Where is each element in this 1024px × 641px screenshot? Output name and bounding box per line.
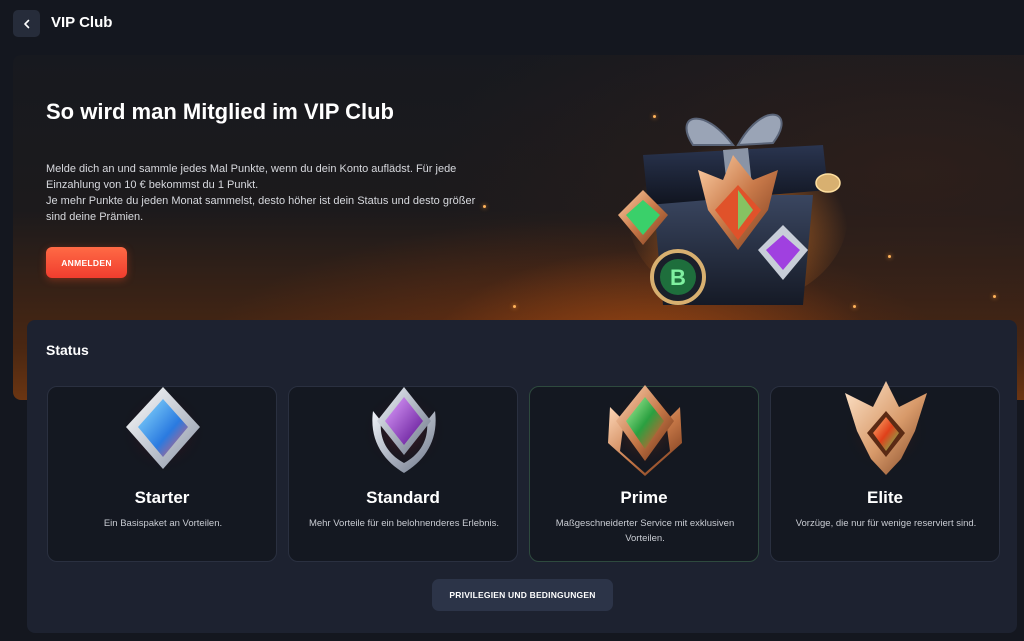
- purple-diamond-badge-icon: [362, 387, 446, 473]
- vip-gift-box-image: B: [618, 113, 848, 305]
- chevron-left-icon: [23, 19, 29, 28]
- privileges-button[interactable]: PRIVILEGIEN UND BEDINGUNGEN: [432, 579, 613, 611]
- status-card-elite[interactable]: Elite Vorzüge, die nur für wenige reserv…: [770, 381, 1000, 562]
- ember-spark: [513, 305, 516, 308]
- status-card-standard[interactable]: Standard Mehr Vorteile für ein belohnend…: [288, 386, 518, 562]
- orange-crown-badge-icon: [844, 381, 928, 475]
- hero-title: So wird man Mitglied im VIP Club: [46, 99, 394, 124]
- status-description: Mehr Vorteile für ein belohnenderes Erle…: [308, 518, 500, 529]
- ember-spark: [483, 205, 486, 208]
- signup-button[interactable]: ANMELDEN: [46, 247, 127, 278]
- hero-description: Melde dich an und sammle jedes Mal Punkt…: [46, 161, 476, 225]
- status-description: Ein Basispaket an Vorteilen.: [103, 518, 223, 529]
- status-description: Maßgeschneiderter Service mit exklusiven…: [555, 518, 735, 544]
- page-title: VIP Club: [51, 14, 113, 31]
- status-name: Starter: [134, 488, 190, 507]
- status-card-prime[interactable]: Prime Maßgeschneiderter Service mit exkl…: [529, 385, 759, 562]
- status-name: Standard: [366, 488, 440, 507]
- status-description: Vorzüge, die nur für wenige reserviert s…: [795, 518, 977, 529]
- blue-diamond-badge-icon: [121, 387, 205, 473]
- top-bar: VIP Club: [0, 0, 1024, 48]
- ember-spark: [853, 305, 856, 308]
- back-button[interactable]: [13, 10, 40, 37]
- hero-paragraph-2: Je mehr Punkte du jeden Monat sammelst, …: [46, 195, 476, 223]
- status-title: Status: [46, 342, 89, 358]
- hero-paragraph-1: Melde dich an und sammle jedes Mal Punkt…: [46, 163, 457, 191]
- status-name: Elite: [867, 488, 903, 507]
- status-card-starter[interactable]: Starter Ein Basispaket an Vorteilen.: [47, 386, 277, 562]
- ember-spark: [888, 255, 891, 258]
- ember-spark: [993, 295, 996, 298]
- status-name: Prime: [620, 488, 668, 507]
- chip-letter: B: [670, 265, 686, 290]
- status-panel: Status Starter Ein Basispaket an Vorteil…: [27, 320, 1017, 633]
- green-diamond-badge-icon: [603, 385, 687, 476]
